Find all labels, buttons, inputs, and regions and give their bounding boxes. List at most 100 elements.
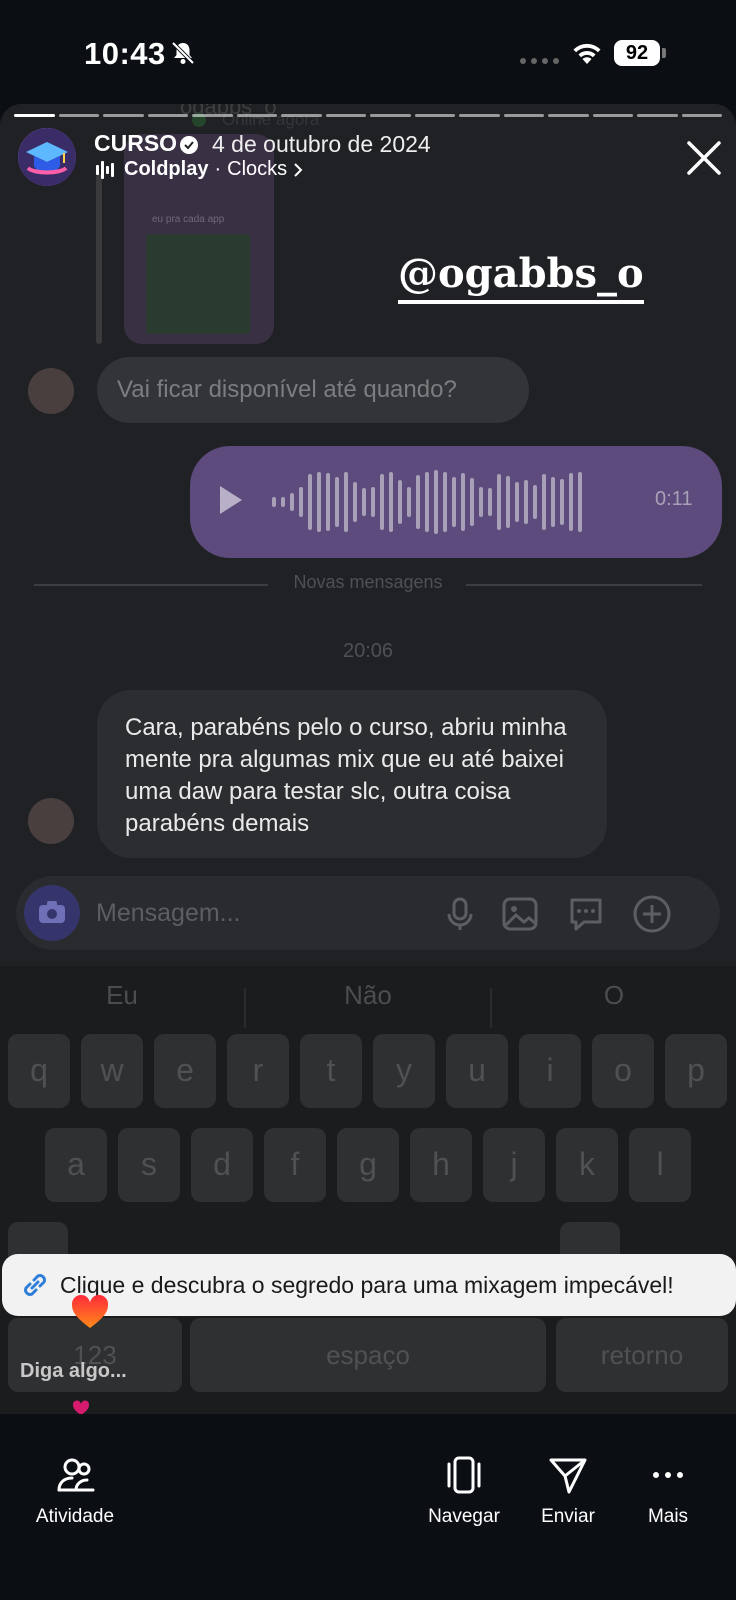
- story-date: 4 de outubro de 2024: [212, 131, 431, 157]
- story-progress-bar: [14, 114, 722, 118]
- progress-segment: [681, 114, 722, 117]
- send-button[interactable]: Enviar: [528, 1454, 608, 1528]
- status-time: 10:43: [84, 36, 166, 71]
- key-k: k: [556, 1128, 618, 1202]
- heart-icon[interactable]: [70, 1294, 110, 1330]
- key-e: e: [154, 1034, 216, 1108]
- waveform-bar: [488, 488, 492, 516]
- reply-bar: [96, 174, 102, 344]
- waveform-bar: [551, 477, 555, 527]
- key-f: f: [264, 1128, 326, 1202]
- waveform-bar: [434, 470, 438, 534]
- waveform-bar: [479, 487, 483, 517]
- progress-segment: [592, 114, 633, 117]
- progress-segment: [503, 114, 544, 117]
- suggestion-1: Eu: [106, 980, 138, 1010]
- key-l: l: [629, 1128, 691, 1202]
- key-q: q: [8, 1034, 70, 1108]
- waveform-bar: [353, 482, 357, 522]
- new-messages-label: Novas mensagens: [293, 572, 443, 592]
- music-artist: Coldplay: [124, 158, 209, 180]
- progress-segment: [459, 114, 500, 117]
- progress-segment: [236, 114, 277, 117]
- key-y: y: [373, 1034, 435, 1108]
- waveform-bar: [506, 476, 510, 528]
- waveform-bar: [443, 472, 447, 532]
- waveform-bar: [281, 497, 285, 507]
- progress-segment: [103, 114, 144, 117]
- more-button[interactable]: Mais: [628, 1454, 708, 1528]
- activity-button[interactable]: Atividade: [30, 1454, 120, 1528]
- bottom-navigation: Atividade Navegar Enviar Mais: [0, 1414, 736, 1600]
- suggestion-2: Não: [344, 980, 392, 1010]
- progress-segment: [325, 114, 366, 117]
- link-text: Clique e descubra o segredo para uma mix…: [60, 1272, 674, 1298]
- story-viewer[interactable]: ogabbs_o Online agora eu pra cada app Va…: [0, 104, 736, 1414]
- key-t: t: [300, 1034, 362, 1108]
- message-composer: Mensagem...: [16, 876, 720, 950]
- progress-segment: [14, 114, 55, 117]
- voice-message: 0:11: [190, 446, 722, 558]
- waveform-bar: [389, 472, 393, 532]
- chevron-right-icon: [294, 162, 303, 177]
- waveform-bar: [335, 477, 339, 527]
- bell-slash-icon: [171, 41, 195, 65]
- message-input: Mensagem...: [96, 899, 241, 927]
- waveform-bar: [470, 478, 474, 526]
- waveform-bar: [416, 475, 420, 529]
- add-icon: [633, 895, 671, 933]
- progress-segment: [370, 114, 411, 117]
- card-image: [146, 234, 250, 334]
- progress-segment: [192, 114, 233, 117]
- more-icon: [653, 1472, 683, 1478]
- battery-nub: [662, 48, 666, 58]
- return-key: retorno: [556, 1318, 728, 1392]
- gallery-icon: [502, 897, 538, 931]
- mention-sticker[interactable]: @ogabbs_o: [398, 250, 644, 304]
- sticker-chat-icon: [570, 898, 602, 931]
- account-avatar[interactable]: [18, 128, 76, 186]
- key-a: a: [45, 1128, 107, 1202]
- waveform: [272, 466, 622, 538]
- suggestion-3: O: [603, 980, 625, 1010]
- link-icon: [24, 1274, 46, 1296]
- message-time: 20:06: [342, 640, 394, 662]
- waveform-bar: [371, 487, 375, 517]
- waveform-bar: [452, 477, 456, 527]
- wifi-icon: [573, 43, 601, 64]
- microphone-icon: [447, 897, 473, 930]
- keyboard: Eu Não O qwertyuiop asdfghjkl 123 espaço…: [0, 966, 736, 1414]
- waveform-bar: [299, 487, 303, 517]
- account-name[interactable]: CURSO: [94, 130, 177, 157]
- close-icon[interactable]: [684, 138, 724, 178]
- key-o: o: [592, 1034, 654, 1108]
- waveform-bar: [560, 479, 564, 525]
- contact-status: Online agora: [222, 110, 320, 129]
- progress-segment: [637, 114, 678, 117]
- suggestion-separator: [490, 988, 492, 1028]
- waveform-bar: [578, 472, 582, 532]
- waveform-bar: [542, 474, 546, 530]
- incoming-message: Vai ficar disponível até quando?: [97, 357, 529, 423]
- link-sticker[interactable]: Clique e descubra o segredo para uma mix…: [2, 1254, 736, 1316]
- key-r: r: [227, 1034, 289, 1108]
- key-h: h: [410, 1128, 472, 1202]
- waveform-bar: [497, 474, 501, 530]
- suggestion-separator: [244, 988, 246, 1028]
- voice-duration: 0:11: [655, 488, 693, 510]
- cellular-signal-icon: [520, 58, 559, 64]
- waveform-bar: [290, 493, 294, 511]
- activity-icon: [57, 1458, 95, 1492]
- browse-icon: [447, 1456, 481, 1494]
- waveform-bar: [308, 474, 312, 530]
- progress-segment: [414, 114, 455, 117]
- music-sticker[interactable]: Coldplay · Clocks: [96, 158, 303, 181]
- progress-segment: [147, 114, 188, 117]
- graduation-cap-icon: [18, 128, 76, 186]
- browse-button[interactable]: Navegar: [422, 1454, 506, 1528]
- waveform-bar: [515, 482, 519, 522]
- space-key: espaço: [190, 1318, 546, 1392]
- reply-input[interactable]: Diga algo...: [20, 1360, 127, 1383]
- camera-button: [24, 885, 80, 941]
- key-u: u: [446, 1034, 508, 1108]
